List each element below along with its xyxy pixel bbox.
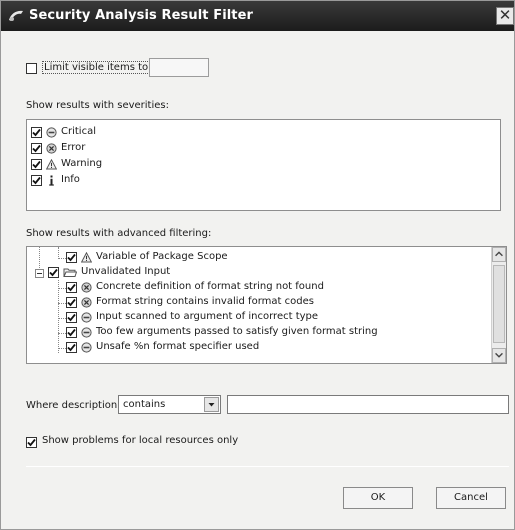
description-filter-input[interactable] [227,395,509,414]
severity-label: Error [61,142,86,153]
operator-dropdown[interactable]: contains [118,395,221,414]
critical-icon [81,312,92,323]
tree-item-label: Variable of Package Scope [96,251,228,262]
severity-label: Info [61,174,80,185]
scroll-thumb[interactable] [493,265,505,343]
tree-item-checkbox[interactable] [66,312,77,323]
tree-item-checkbox[interactable] [66,342,77,353]
severity-label: Warning [61,158,103,169]
local-resources-checkbox[interactable] [26,437,37,448]
advanced-label: Show results with advanced filtering: [26,228,212,239]
severity-critical-checkbox[interactable] [31,127,42,138]
tree-line [58,258,66,259]
tree-line [58,318,66,319]
error-icon [81,282,92,293]
tree-item-label: Unsafe %n format specifier used [96,341,260,352]
tree-item-checkbox[interactable] [66,327,77,338]
error-icon [46,143,57,154]
check-mark-icon [32,128,41,137]
cancel-button[interactable]: Cancel [436,487,506,509]
check-mark-icon [27,438,36,447]
severities-label: Show results with severities: [26,100,169,111]
close-button[interactable]: ✕ [496,7,514,25]
check-mark-icon [67,343,76,352]
tree-line [58,280,59,353]
chevron-up-icon [495,251,503,257]
tree-item-checkbox[interactable] [48,267,59,278]
tree-scrollbar[interactable] [491,247,506,363]
critical-icon [81,327,92,338]
warning-icon [46,159,57,170]
tree-item-checkbox[interactable] [66,297,77,308]
error-icon [81,297,92,308]
tree-line [58,348,66,349]
limit-checkbox[interactable] [26,63,37,74]
critical-icon [46,127,57,138]
check-mark-icon [67,313,76,322]
app-icon [9,10,23,21]
divider [26,466,509,467]
check-mark-icon [32,144,41,153]
severities-list: Critical Error Warning Info [26,119,501,211]
advanced-filter-tree: Variable of Package Scope Unvalidated In… [26,246,507,364]
collapse-toggle[interactable] [35,269,44,278]
severity-error-checkbox[interactable] [31,143,42,154]
tree-item-label: Concrete definition of format string not… [96,281,324,292]
scroll-up-button[interactable] [492,247,506,262]
ok-button[interactable]: OK [343,487,413,509]
severity-label: Critical [61,126,96,137]
warning-icon [81,252,92,263]
severity-info-checkbox[interactable] [31,175,42,186]
folder-open-icon [63,268,77,277]
limit-label[interactable]: Limit visible items to: [42,61,154,74]
check-mark-icon [67,328,76,337]
dialog-window: Security Analysis Result Filter ✕ Limit … [0,0,515,530]
close-icon: ✕ [498,6,512,24]
scroll-down-button[interactable] [492,348,506,363]
tree-item-label: Input scanned to argument of incorrect t… [96,311,319,322]
chevron-down-icon [495,352,503,358]
where-description-label: Where description [26,400,118,411]
tree-item-label: Format string contains invalid format co… [96,296,314,307]
tree-item-label: Unvalidated Input [81,266,171,277]
operator-value: contains [123,399,166,410]
critical-icon [81,342,92,353]
limit-input[interactable] [149,58,209,77]
check-mark-icon [49,268,58,277]
dropdown-button[interactable] [204,397,219,412]
tree-item-checkbox[interactable] [66,252,77,263]
check-mark-icon [67,283,76,292]
local-resources-label[interactable]: Show problems for local resources only [42,435,238,446]
severity-warning-checkbox[interactable] [31,159,42,170]
check-mark-icon [32,160,41,169]
check-mark-icon [67,253,76,262]
tree-item-label: Too few arguments passed to satisfy give… [96,326,378,337]
check-mark-icon [67,298,76,307]
info-icon [49,175,54,186]
tree-line [58,333,66,334]
dialog-title: Security Analysis Result Filter [29,8,254,23]
tree-line [58,303,66,304]
tree-item-checkbox[interactable] [66,282,77,293]
tree-line [58,288,66,289]
check-mark-icon [32,176,41,185]
dropdown-arrow-icon [208,403,215,407]
title-bar[interactable]: Security Analysis Result Filter ✕ [1,1,514,31]
